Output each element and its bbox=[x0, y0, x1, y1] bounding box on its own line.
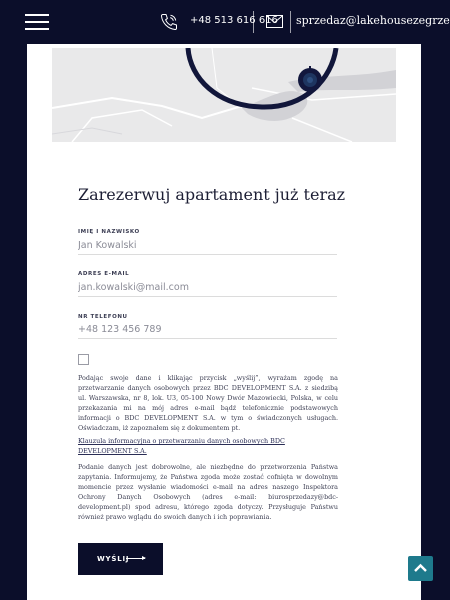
hamburger-icon[interactable] bbox=[25, 14, 49, 30]
privacy-info-text: Podanie danych jest dobrowolne, ale niez… bbox=[78, 463, 338, 521]
scroll-to-top-button[interactable] bbox=[408, 556, 433, 581]
submit-button[interactable]: WYŚLIJ bbox=[78, 543, 163, 575]
chevron-up-icon bbox=[414, 563, 427, 572]
consent-text: Podając swoje dane i klikając przycisk „… bbox=[78, 374, 338, 432]
phone-input[interactable] bbox=[78, 320, 337, 339]
privacy-clause-link[interactable]: Klauzula informacyjna o przetwarzaniu da… bbox=[78, 436, 338, 456]
email-link[interactable]: sprzedaz@lakehousezegrze.pl bbox=[296, 14, 450, 27]
form-title: Zarezerwuj apartament już teraz bbox=[78, 185, 346, 204]
form-card: Zarezerwuj apartament już teraz IMIĘ I N… bbox=[27, 44, 421, 600]
top-bar: +48 513 616 616 sprzedaz@lakehousezegrze… bbox=[0, 0, 450, 44]
submit-label: WYŚLIJ bbox=[97, 555, 130, 563]
email-input[interactable] bbox=[78, 278, 337, 297]
arrow-right-icon bbox=[126, 556, 146, 560]
consent-checkbox[interactable] bbox=[78, 354, 89, 365]
mail-icon[interactable] bbox=[266, 15, 283, 28]
phone-icon[interactable] bbox=[159, 12, 179, 32]
name-input[interactable] bbox=[78, 236, 337, 255]
name-label: IMIĘ I NAZWISKO bbox=[78, 229, 140, 235]
divider bbox=[253, 11, 254, 33]
email-label: ADRES E-MAIL bbox=[78, 271, 130, 277]
location-map[interactable] bbox=[52, 48, 396, 142]
divider bbox=[290, 11, 291, 33]
phone-link[interactable]: +48 513 616 616 bbox=[190, 15, 278, 26]
